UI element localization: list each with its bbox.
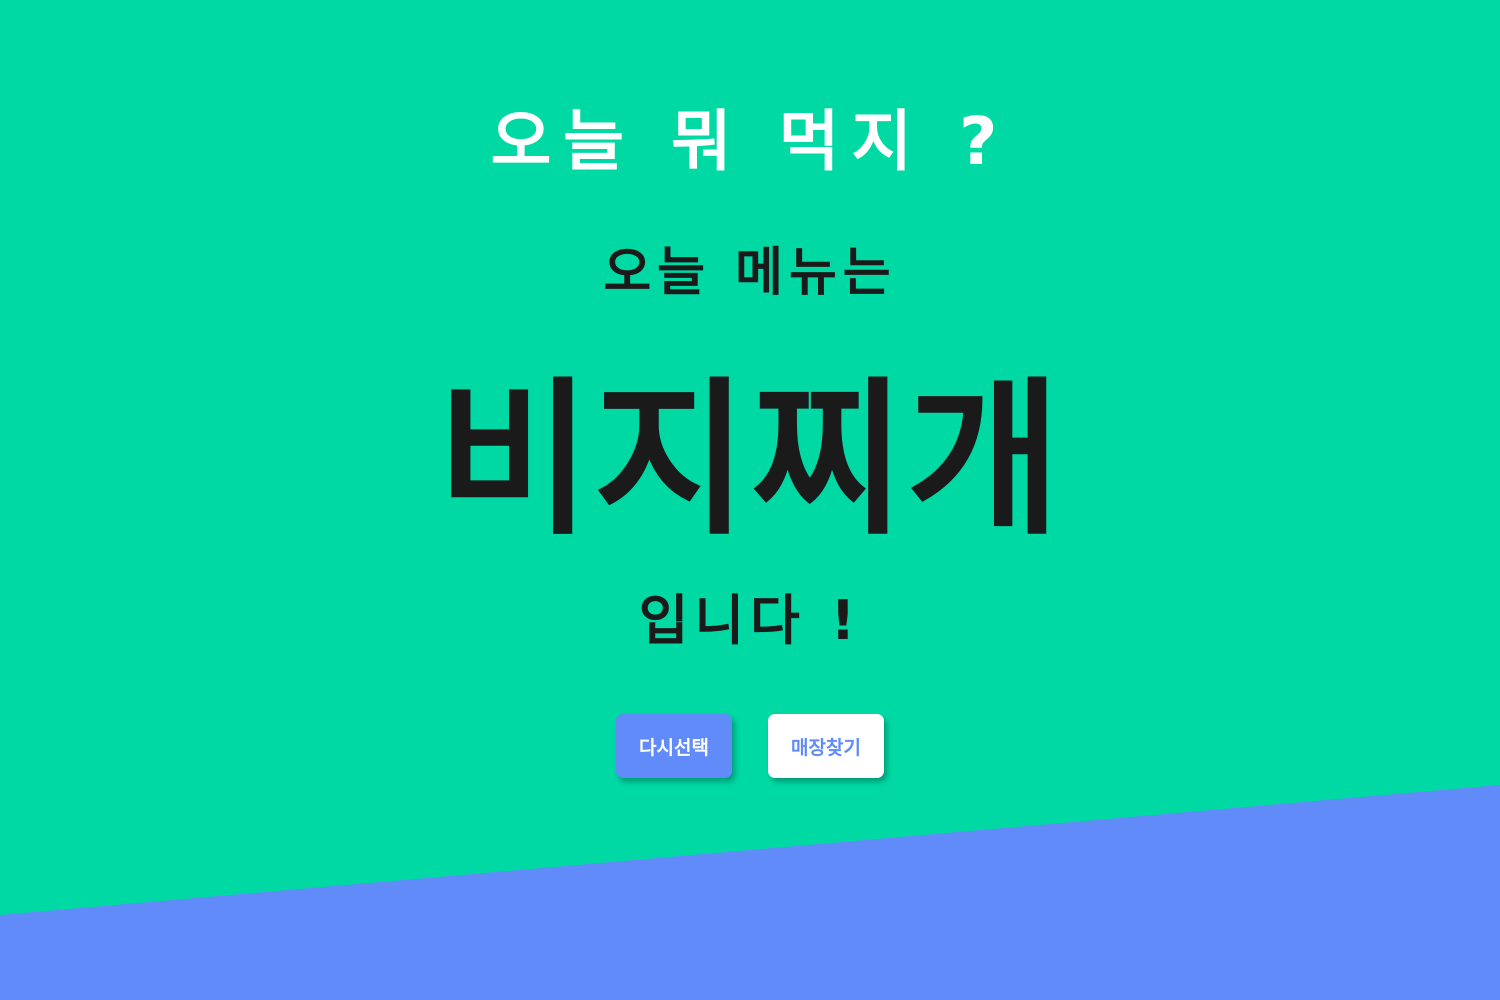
- menu-suffix-text: 입니다 !: [638, 589, 862, 652]
- menu-result: 비지찌개: [436, 362, 1064, 558]
- reselect-button[interactable]: 다시선택: [616, 714, 732, 778]
- main-content: 오늘 뭐 먹지 ? 오늘 메뉴는 비지찌개 입니다 ! 다시선택 매장찾기: [0, 0, 1500, 1000]
- find-store-button[interactable]: 매장찾기: [768, 714, 884, 778]
- page-title: 오늘 뭐 먹지 ?: [490, 103, 1010, 180]
- menu-intro-text: 오늘 메뉴는: [603, 243, 897, 303]
- action-buttons: 다시선택 매장찾기: [0, 714, 1500, 778]
